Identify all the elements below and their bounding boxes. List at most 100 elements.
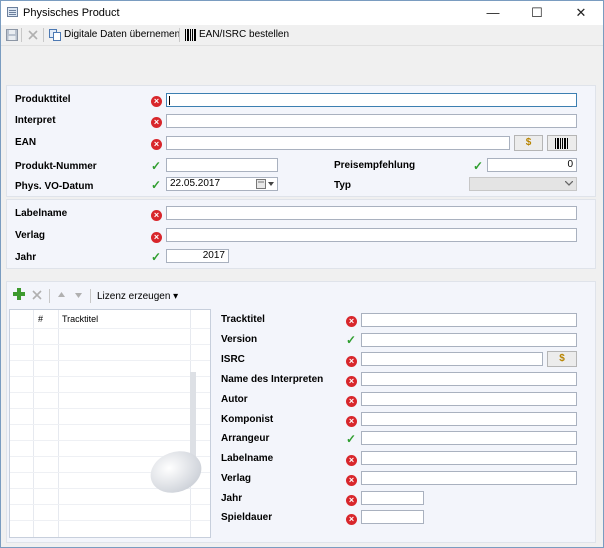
jahr-label: Jahr xyxy=(15,252,37,263)
spieldauer-label: Spieldauer xyxy=(221,512,273,523)
tracktitel-label: Tracktitel xyxy=(221,314,265,325)
verlag-input[interactable] xyxy=(166,228,577,242)
copy-data-icon[interactable] xyxy=(49,29,62,41)
error-icon: × xyxy=(346,396,357,407)
minimize-button[interactable]: — xyxy=(471,1,515,25)
window-title: Physisches Product xyxy=(23,7,120,19)
lizenz-label: Lizenz erzeugen xyxy=(97,291,171,302)
verlag-label: Verlag xyxy=(15,230,46,241)
save-icon[interactable] xyxy=(6,29,18,41)
row-line xyxy=(10,360,210,361)
autor-label: Autor xyxy=(221,394,248,405)
row-line xyxy=(10,328,210,329)
column-header-tracktitel[interactable]: Tracktitel xyxy=(62,314,98,324)
check-icon: ✓ xyxy=(473,159,484,173)
title-bar: Physisches Product — ☐ ✕ xyxy=(1,1,603,25)
chevron-down-icon: ▾ xyxy=(173,291,179,302)
produkttitel-label: Produkttitel xyxy=(15,94,71,105)
produkt-nummer-label: Produkt-Nummer xyxy=(15,161,97,172)
spieldauer-input[interactable] xyxy=(361,510,424,524)
ean-price-button[interactable]: $ xyxy=(514,135,543,151)
error-icon: × xyxy=(346,455,357,466)
check-icon: ✓ xyxy=(346,432,357,446)
jahr-input[interactable]: 2017 xyxy=(166,249,229,263)
komponist-input[interactable] xyxy=(361,412,577,426)
typ-label: Typ xyxy=(334,180,352,191)
row-line xyxy=(10,344,210,345)
lizenz-dropdown[interactable]: Lizenz erzeugen ▾ xyxy=(97,291,178,302)
arrangeur-label: Arrangeur xyxy=(221,433,270,444)
ean-input[interactable] xyxy=(166,136,510,150)
add-track-icon[interactable] xyxy=(13,288,25,300)
track-labelname-label: Labelname xyxy=(221,453,274,464)
error-icon: × xyxy=(346,495,357,506)
preisempfehlung-label: Preisempfehlung xyxy=(334,160,416,171)
error-icon: × xyxy=(151,210,162,221)
check-icon: ✓ xyxy=(346,333,357,347)
ean-order-button[interactable]: EAN/ISRC bestellen xyxy=(199,29,289,40)
error-icon: × xyxy=(346,416,357,427)
check-icon: ✓ xyxy=(151,250,162,264)
row-line xyxy=(10,504,210,505)
preisempfehlung-input[interactable]: 0 xyxy=(487,158,577,172)
toolbar-separator xyxy=(43,28,44,42)
name-interpreten-label: Name des Interpreten xyxy=(221,374,324,385)
track-verlag-input[interactable] xyxy=(361,471,577,485)
barcode-icon[interactable] xyxy=(185,29,197,41)
remove-track-icon[interactable] xyxy=(32,290,42,300)
move-up-icon[interactable] xyxy=(57,291,66,300)
error-icon: × xyxy=(346,316,357,327)
digital-data-button[interactable]: Digitale Daten übernemen xyxy=(64,29,180,40)
arrangeur-input[interactable] xyxy=(361,431,577,445)
labelname-label: Labelname xyxy=(15,208,68,219)
interpret-label: Interpret xyxy=(15,115,56,126)
interpret-input[interactable] xyxy=(166,114,577,128)
autor-input[interactable] xyxy=(361,392,577,406)
music-note-watermark-icon xyxy=(150,372,202,493)
barcode-icon xyxy=(555,138,568,149)
toolbar-separator xyxy=(49,289,50,303)
error-icon: × xyxy=(346,356,357,367)
komponist-label: Komponist xyxy=(221,414,274,425)
error-icon: × xyxy=(346,514,357,525)
produkttitel-input[interactable] xyxy=(166,93,577,107)
check-icon: ✓ xyxy=(151,178,162,192)
error-icon: × xyxy=(151,232,162,243)
track-verlag-label: Verlag xyxy=(221,473,252,484)
check-icon: ✓ xyxy=(151,159,162,173)
toolbar-separator xyxy=(90,289,91,303)
vo-datum-label: Phys. VO-Datum xyxy=(15,181,94,192)
error-icon: × xyxy=(346,376,357,387)
error-icon: × xyxy=(151,117,162,128)
track-jahr-input[interactable] xyxy=(361,491,424,505)
track-list[interactable]: # Tracktitel xyxy=(9,309,211,538)
maximize-button[interactable]: ☐ xyxy=(515,1,559,25)
app-icon xyxy=(7,7,18,17)
toolbar-separator xyxy=(21,28,22,42)
produkt-nummer-input[interactable] xyxy=(166,158,278,172)
error-icon: × xyxy=(151,96,162,107)
delete-icon[interactable] xyxy=(28,30,38,40)
close-button[interactable]: ✕ xyxy=(559,1,603,25)
move-down-icon[interactable] xyxy=(74,291,83,300)
isrc-price-button[interactable]: $ xyxy=(547,351,577,367)
chevron-down-icon xyxy=(565,181,573,186)
track-labelname-input[interactable] xyxy=(361,451,577,465)
row-line xyxy=(10,520,210,521)
error-icon: × xyxy=(346,475,357,486)
isrc-input[interactable] xyxy=(361,352,543,366)
calendar-dropdown-icon[interactable] xyxy=(256,179,276,189)
main-toolbar: Digitale Daten übernemen EAN/ISRC bestel… xyxy=(1,25,603,46)
column-header-number[interactable]: # xyxy=(38,314,43,324)
toolbar-separator xyxy=(179,28,180,42)
ean-label: EAN xyxy=(15,137,37,148)
name-interpreten-input[interactable] xyxy=(361,372,577,386)
product-window: Physisches Product — ☐ ✕ Digitale Daten … xyxy=(0,0,604,548)
tracktitel-input[interactable] xyxy=(361,313,577,327)
version-input[interactable] xyxy=(361,333,577,347)
typ-select[interactable] xyxy=(469,177,577,191)
track-jahr-label: Jahr xyxy=(221,493,243,504)
ean-barcode-button[interactable] xyxy=(547,135,577,151)
labelname-input[interactable] xyxy=(166,206,577,220)
version-label: Version xyxy=(221,334,258,345)
